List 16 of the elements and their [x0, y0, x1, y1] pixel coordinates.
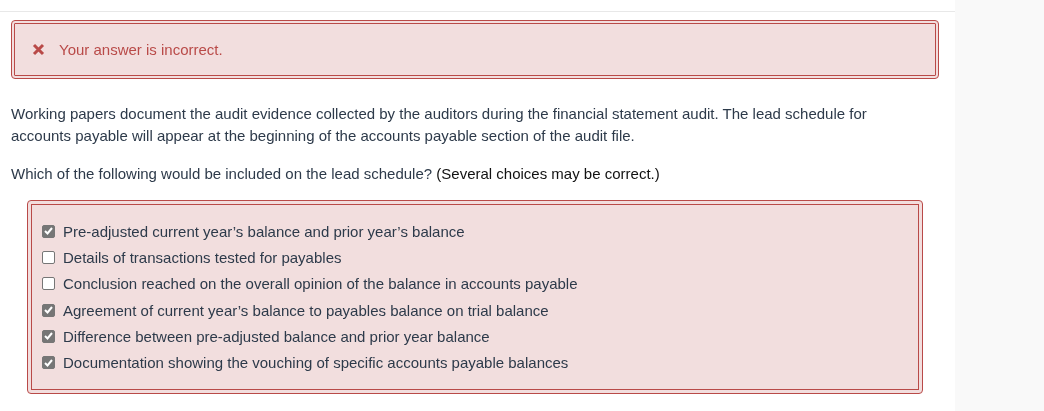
choice-label: Details of transactions tested for payables: [63, 249, 342, 266]
cross-icon: [32, 43, 45, 56]
choice-label: Documentation showing the vouching of specific accounts payable balances: [63, 354, 569, 372]
choice-label: Difference between pre-adjusted balance and prior year balance: [63, 327, 490, 345]
checkbox[interactable]: [42, 329, 55, 343]
checkbox[interactable]: [42, 251, 55, 264]
choice-label: Conclusion reached on the overall opinion of the balance in accounts payable: [63, 275, 578, 293]
choice-label: Agreement of current year’s balance to payables balance on trial balance: [63, 301, 549, 319]
intro-paragraph: Working papers document the audit evidence collected by the auditors during the financial statement audit. The lead schedule for accounts payable will appear at the beginning of the accounts payable section of the audit file.: [11, 104, 868, 146]
checkbox[interactable]: [42, 224, 55, 238]
choice-label: Pre-adjusted current year’s balance and prior year’s balance: [63, 222, 465, 240]
feedback-message: Your answer is incorrect.: [59, 41, 223, 58]
question-text: Which of the following would be included on the lead schedule? (Several choices may be correct.): [11, 165, 661, 182]
checkbox[interactable]: [42, 356, 55, 370]
checkbox[interactable]: [42, 303, 55, 317]
checkbox[interactable]: [42, 277, 55, 291]
